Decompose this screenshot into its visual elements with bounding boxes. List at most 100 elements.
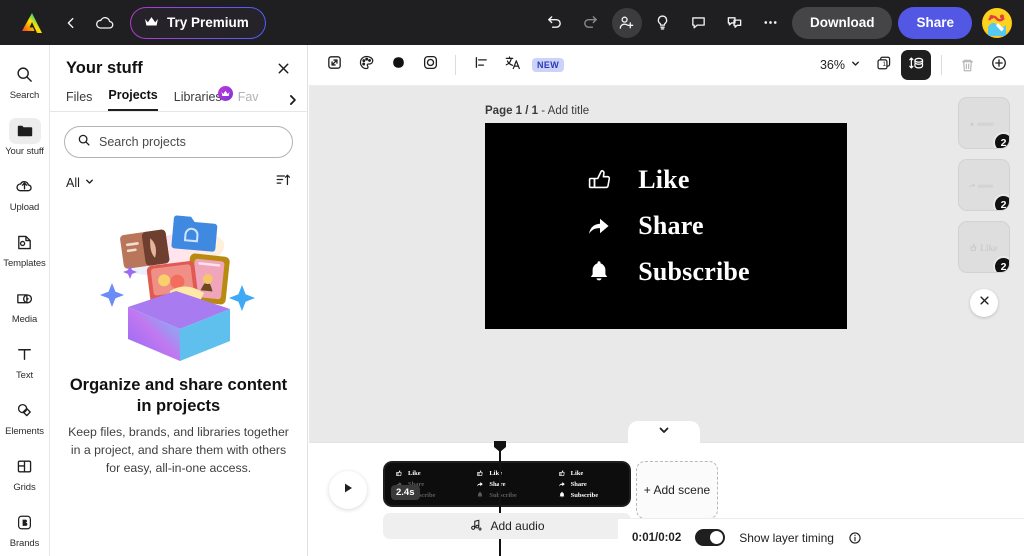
artboard-row-like[interactable]: Like xyxy=(582,165,750,195)
elements-icon xyxy=(9,398,41,424)
sidebar-item-search[interactable]: Search xyxy=(0,53,49,109)
add-scene-button[interactable]: + Add scene xyxy=(636,461,718,519)
layer-thumbnail-subscribe[interactable]: 2 xyxy=(958,97,1010,149)
search-icon xyxy=(77,133,91,152)
sidebar-item-templates[interactable]: Templates xyxy=(0,221,49,277)
grids-icon xyxy=(9,454,41,480)
sidebar-label: Your stuff xyxy=(5,145,44,157)
editor-toolbar: NEW 36% 1 xyxy=(309,45,1024,86)
more-button[interactable] xyxy=(756,8,786,38)
sidebar-item-elements[interactable]: Elements xyxy=(0,389,49,445)
mini-row: Like xyxy=(476,469,547,477)
mini-text: Share xyxy=(570,480,587,488)
artboard-text: Like xyxy=(638,165,690,194)
resize-button[interactable] xyxy=(319,50,349,80)
sidebar-item-upload[interactable]: Upload xyxy=(0,165,49,221)
projects-filter-row: All xyxy=(50,158,307,193)
mini-text: Share xyxy=(489,480,506,488)
download-label: Download xyxy=(809,15,875,30)
add-page-button[interactable] xyxy=(984,50,1014,80)
download-button[interactable]: Download xyxy=(791,6,893,39)
search-icon xyxy=(9,62,41,88)
canvas-zoom-dropdown[interactable]: 36% xyxy=(814,58,867,72)
background-button[interactable] xyxy=(383,50,413,80)
try-premium-button[interactable]: Try Premium xyxy=(130,7,266,39)
canvas-area[interactable]: Page 1 / 1 - Add title Like Share Subscr… xyxy=(309,86,1024,442)
filter-all-dropdown[interactable]: All xyxy=(66,176,95,190)
timeline-scene[interactable]: Like Share Subscribe 2.4s Like Share Sub… xyxy=(381,459,633,509)
panel-title: Your stuff xyxy=(66,59,143,77)
redo-button[interactable] xyxy=(576,8,606,38)
add-audio-button[interactable]: Add audio xyxy=(383,513,631,539)
upload-icon xyxy=(9,174,41,200)
color-button[interactable] xyxy=(351,50,381,80)
page-number: Page 1 / 1 xyxy=(485,105,539,117)
editor-area: NEW 36% 1 Page 1 / 1 - Add title Like Sh… xyxy=(309,45,1024,556)
timeline-playhead[interactable] xyxy=(499,447,501,556)
svg-text:Like: Like xyxy=(980,243,998,253)
tab-libraries[interactable]: Libraries xyxy=(174,86,233,111)
artboard-row-subscribe[interactable]: Subscribe xyxy=(582,257,750,287)
layer-timing-button[interactable] xyxy=(901,50,931,80)
bell-icon xyxy=(476,491,484,499)
playback-time: 0:01/0:02 xyxy=(632,531,682,544)
cloud-icon[interactable] xyxy=(90,8,120,38)
layer-thumbnail-share[interactable]: 2 xyxy=(958,159,1010,211)
timeline-collapse-button[interactable] xyxy=(628,421,700,444)
share-label: Share xyxy=(916,15,954,30)
chevron-right-icon[interactable] xyxy=(286,93,299,107)
delete-button[interactable] xyxy=(952,50,982,80)
translate-button[interactable] xyxy=(498,50,528,80)
artboard[interactable]: Like Share Subscribe xyxy=(485,123,847,329)
translate-icon xyxy=(504,54,522,76)
adobe-express-logo[interactable] xyxy=(12,0,52,45)
tab-favorites[interactable]: Fav xyxy=(238,90,259,111)
sidebar-item-brands[interactable]: Brands xyxy=(0,501,49,556)
tab-label: Projects xyxy=(108,88,158,102)
share-arrow-icon xyxy=(558,480,566,488)
artboard-row-share[interactable]: Share xyxy=(582,211,750,241)
sidebar-item-your-stuff[interactable]: Your stuff xyxy=(0,109,49,165)
new-badge: NEW xyxy=(532,58,565,72)
mini-row: Share xyxy=(558,480,629,488)
sidebar-item-media[interactable]: Media xyxy=(0,277,49,333)
duplicate-button[interactable] xyxy=(720,8,750,38)
folder-icon xyxy=(8,117,41,144)
bell-icon xyxy=(582,258,616,286)
info-icon[interactable] xyxy=(848,531,862,545)
artboard-content: Like Share Subscribe xyxy=(582,165,750,287)
search-projects-box[interactable] xyxy=(64,126,293,158)
close-icon[interactable] xyxy=(276,61,291,76)
effects-button[interactable] xyxy=(415,50,445,80)
sidebar-item-grids[interactable]: Grids xyxy=(0,445,49,501)
tab-projects[interactable]: Projects xyxy=(108,88,158,111)
layers-panel: 2 2 Like 2 xyxy=(958,97,1010,317)
canvas-zoom-value: 36% xyxy=(819,58,845,72)
ideas-button[interactable] xyxy=(648,8,678,38)
plus-circle-icon xyxy=(990,54,1008,77)
play-button[interactable] xyxy=(329,471,367,509)
mini-text: Like xyxy=(570,469,584,477)
tab-label: Fav xyxy=(237,90,259,104)
undo-button[interactable] xyxy=(540,8,570,38)
tab-files[interactable]: Files xyxy=(66,90,92,111)
align-button[interactable] xyxy=(466,50,496,80)
show-layer-timing-toggle[interactable] xyxy=(695,529,726,546)
back-button[interactable] xyxy=(56,8,86,38)
mini-row: Like xyxy=(558,469,629,477)
panel-tabs: Files Projects Libraries Fav xyxy=(50,80,307,112)
sidebar-item-text[interactable]: Text xyxy=(0,333,49,389)
toolbar-divider-2 xyxy=(941,55,942,75)
share-button[interactable]: Share xyxy=(898,6,972,39)
search-input[interactable] xyxy=(99,135,280,149)
layers-close-button[interactable] xyxy=(970,289,998,317)
pages-button[interactable]: 1 xyxy=(869,50,899,80)
rounded-square-icon xyxy=(422,54,439,76)
avatar[interactable] xyxy=(982,7,1012,38)
comment-button[interactable] xyxy=(684,8,714,38)
layer-thumbnail-like[interactable]: Like 2 xyxy=(958,221,1010,273)
premium-crown-icon xyxy=(217,86,233,101)
invite-button[interactable] xyxy=(611,7,642,38)
sort-button[interactable] xyxy=(275,172,291,193)
thumbs-up-icon xyxy=(582,166,616,194)
